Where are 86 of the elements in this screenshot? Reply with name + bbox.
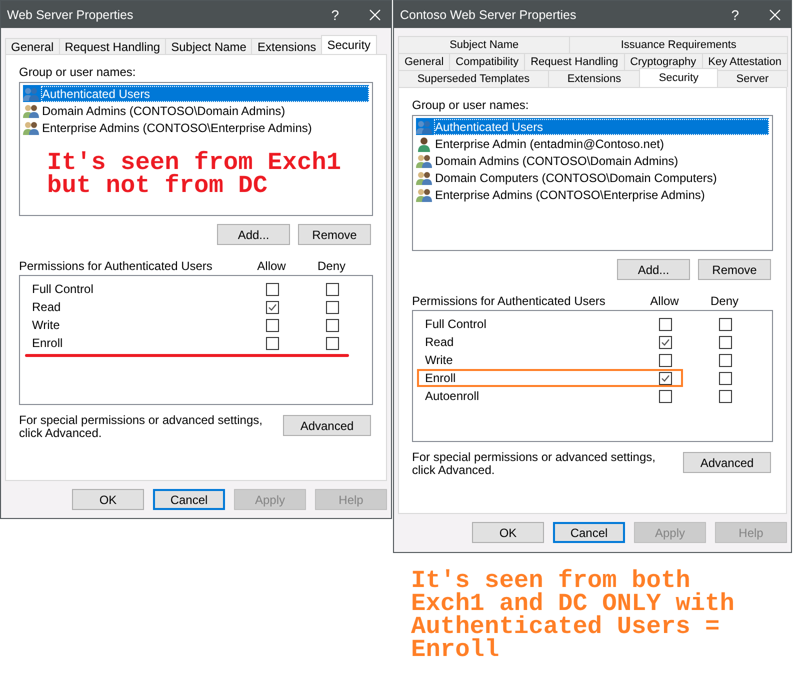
permission-name: Full Control — [32, 282, 94, 296]
advanced-hint: For special permissions or advanced settings, click Advanced. — [412, 451, 656, 477]
user-group-icon — [23, 120, 39, 136]
checkbox[interactable] — [266, 318, 279, 332]
user-group-icon — [416, 170, 432, 186]
tab[interactable]: Key Attestation — [702, 53, 788, 70]
dialog-button[interactable]: OK — [72, 489, 144, 510]
advanced-button[interactable]: Advanced — [683, 452, 771, 473]
group-label: Group or user names: — [19, 65, 137, 79]
checkbox[interactable] — [659, 336, 672, 348]
column-header: Allow — [257, 259, 286, 273]
tab[interactable]: Request Handling — [524, 53, 625, 70]
checkbox[interactable] — [659, 318, 672, 330]
tab[interactable]: Extensions — [251, 38, 322, 54]
close-icon[interactable] — [369, 8, 381, 20]
dialog-button[interactable]: Cancel — [153, 489, 225, 510]
checkbox[interactable] — [326, 300, 339, 314]
window-title: Contoso Web Server Properties — [400, 8, 578, 22]
checkbox[interactable] — [266, 282, 279, 296]
permission-name: Enroll — [32, 336, 64, 350]
checkbox[interactable] — [326, 282, 339, 296]
user-group-icon — [23, 102, 39, 118]
checkbox[interactable] — [719, 354, 732, 366]
user-group-icon — [416, 152, 432, 168]
list-item[interactable]: Enterprise Admins (CONTOSO\Enterprise Admins) — [416, 186, 769, 203]
tab[interactable]: Superseded Templates — [398, 70, 549, 87]
checkbox[interactable] — [719, 390, 732, 402]
advanced-button[interactable]: Advanced — [283, 415, 371, 436]
list-item[interactable]: Authenticated Users — [416, 118, 769, 135]
permission-name: Write — [425, 353, 454, 367]
window-title: Web Server Properties — [7, 8, 134, 22]
remove-button[interactable]: Remove — [698, 259, 771, 280]
help-button[interactable]: ? — [331, 6, 339, 22]
tab[interactable]: Security — [639, 68, 718, 87]
list-item[interactable]: Domain Admins (CONTOSO\Domain Admins) — [23, 102, 369, 119]
advanced-hint: For special permissions or advanced settings, click Advanced. — [19, 414, 264, 440]
help-button[interactable]: ? — [731, 6, 739, 22]
permission-name: Autoenroll — [425, 389, 480, 403]
checkbox[interactable] — [719, 336, 732, 348]
checkbox[interactable] — [326, 336, 339, 350]
permission-name: Enroll — [425, 371, 457, 385]
user-icon — [416, 136, 432, 152]
list-item[interactable]: Enterprise Admin (entadmin@Contoso.net) — [416, 135, 769, 152]
checkbox[interactable] — [659, 390, 672, 402]
tab[interactable]: General — [398, 53, 450, 70]
group-list[interactable]: Authenticated Users Enterprise Admin (entadmin@Contoso.net) Domain Admins (CONTOSO\Domain Admins) Domain Computers (CONTOSO\Domain Computers) Enterprise Admins (CONTOSO\Enterprise Admins) — [412, 115, 773, 251]
permission-name: Read — [32, 300, 62, 314]
dialog-button[interactable]: Cancel — [553, 522, 625, 543]
checkbox[interactable] — [659, 372, 672, 384]
list-item[interactable]: Authenticated Users — [23, 85, 369, 102]
group-list[interactable]: Authenticated Users Domain Admins (CONTOSO\Domain Admins) Enterprise Admins (CONTOSO\Enterprise Admins) It's seen from Exch1 but not from DC — [19, 82, 373, 216]
tab[interactable]: General — [5, 38, 60, 54]
checkbox[interactable] — [719, 318, 732, 330]
user-group-icon — [23, 86, 39, 102]
permission-name: Full Control — [425, 317, 488, 331]
remove-button[interactable]: Remove — [298, 224, 371, 245]
tab[interactable]: Request Handling — [58, 38, 166, 54]
annotation-text: It's seen from both Exch1 and DC ONLY with Authenticated Users = Enroll — [411, 570, 734, 662]
permission-name: Write — [32, 318, 61, 332]
tab[interactable]: Subject Name — [165, 38, 252, 54]
tab[interactable]: Server — [716, 70, 788, 87]
permission-name: Read — [425, 335, 455, 349]
checkbox[interactable] — [266, 300, 279, 314]
column-header: Deny — [318, 259, 346, 273]
tab[interactable]: Extensions — [548, 70, 640, 87]
tab[interactable]: Issuance Requirements — [569, 36, 788, 53]
group-label: Group or user names: — [412, 98, 530, 112]
tab[interactable]: Subject Name — [398, 36, 570, 53]
list-item[interactable]: Enterprise Admins (CONTOSO\Enterprise Admins) — [23, 119, 369, 136]
close-icon[interactable] — [769, 8, 781, 20]
tab[interactable]: Compatibility — [449, 53, 526, 70]
checkbox[interactable] — [659, 354, 672, 366]
add-button[interactable]: Add... — [617, 259, 690, 280]
user-group-icon — [416, 118, 432, 134]
add-button[interactable]: Add... — [217, 224, 290, 245]
column-header: Deny — [710, 294, 739, 308]
checkbox[interactable] — [266, 336, 279, 350]
list-item[interactable]: Domain Admins (CONTOSO\Domain Admins) — [416, 152, 769, 169]
column-header: Allow — [650, 294, 679, 308]
checkbox[interactable] — [719, 372, 732, 384]
checkbox[interactable] — [326, 318, 339, 332]
list-item[interactable]: Domain Computers (CONTOSO\Domain Computers) — [416, 169, 769, 186]
annotation-text: It's seen from Exch1 but not from DC — [47, 152, 342, 198]
dialog-button[interactable]: OK — [472, 522, 544, 543]
tab[interactable]: Security — [321, 35, 377, 54]
user-group-icon — [416, 186, 432, 202]
